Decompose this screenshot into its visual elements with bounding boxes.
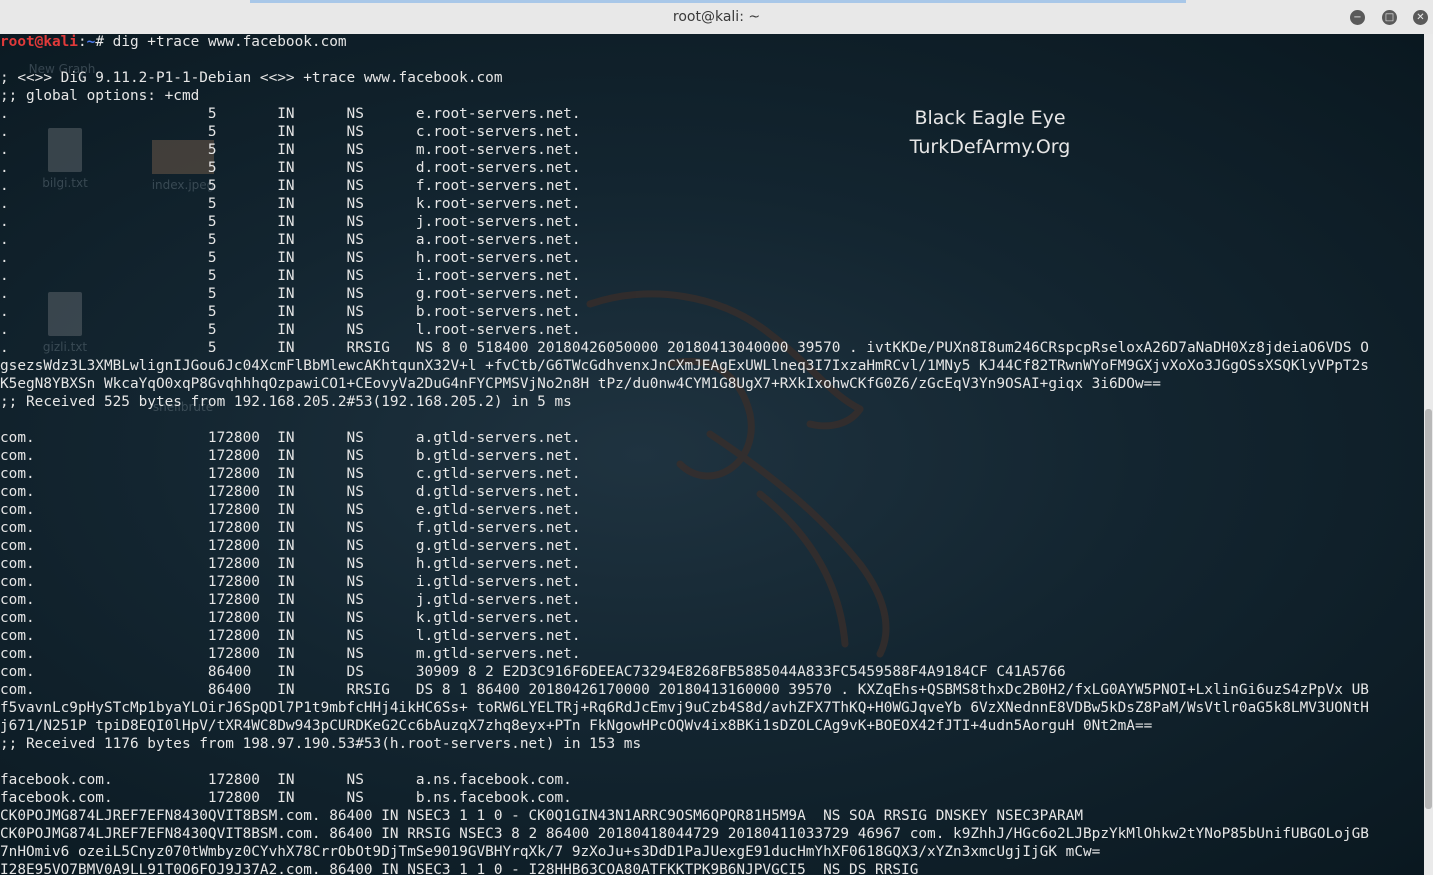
terminal-line: K5egN8YBXSn WkcaYqO0xqP8GvqhhhqOzpawiCO1… xyxy=(0,376,1161,392)
terminal-line: . 5 IN NS j.root-servers.net. xyxy=(0,214,581,230)
command-line: root@kali:~# dig +trace www.facebook.com xyxy=(0,34,1369,51)
terminal-line: CK0POJMG874LJREF7EFN8430QVIT8BSM.com. 86… xyxy=(0,826,1369,842)
terminal-line: . 5 IN NS d.root-servers.net. xyxy=(0,160,581,176)
close-icon[interactable]: ✕ xyxy=(1413,10,1428,25)
terminal-line: com. 172800 IN NS f.gtld-servers.net. xyxy=(0,520,581,536)
terminal-line: . 5 IN NS l.root-servers.net. xyxy=(0,322,581,338)
terminal-line: ; <<>> DiG 9.11.2-P1-1-Debian <<>> +trac… xyxy=(0,70,503,86)
maximize-icon[interactable]: □ xyxy=(1382,10,1397,25)
terminal-line: com. 172800 IN NS m.gtld-servers.net. xyxy=(0,646,581,662)
window-title: root@kali: ~ xyxy=(672,9,761,25)
terminal-line: . 5 IN NS m.root-servers.net. xyxy=(0,142,581,158)
output-lines: ; <<>> DiG 9.11.2-P1-1-Debian <<>> +trac… xyxy=(0,51,1369,875)
terminal-line: . 5 IN NS a.root-servers.net. xyxy=(0,232,581,248)
terminal-line: . 5 IN RRSIG NS 8 0 518400 2018042605000… xyxy=(0,340,1369,356)
terminal-line: CK0POJMG874LJREF7EFN8430QVIT8BSM.com. 86… xyxy=(0,808,1083,824)
terminal-line: 7nHOmiv6 ozeiL5Cnyz070tWmbyz0CYvhX78CrrO… xyxy=(0,844,1101,860)
terminal-line: I28E95VO7BMV0A9LL91T0O6FOJ9J37A2.com. 86… xyxy=(0,862,919,875)
terminal-line: ;; Received 1176 bytes from 198.97.190.5… xyxy=(0,736,642,752)
terminal-line: facebook.com. 172800 IN NS a.ns.facebook… xyxy=(0,772,572,788)
terminal-line: com. 172800 IN NS k.gtld-servers.net. xyxy=(0,610,581,626)
terminal-line: . 5 IN NS c.root-servers.net. xyxy=(0,124,581,140)
terminal-line: ;; global options: +cmd xyxy=(0,88,200,104)
terminal-line: com. 172800 IN NS h.gtld-servers.net. xyxy=(0,556,581,572)
terminal-line: . 5 IN NS i.root-servers.net. xyxy=(0,268,581,284)
prompt-user: root@kali xyxy=(0,34,78,50)
terminal-line: com. 172800 IN NS j.gtld-servers.net. xyxy=(0,592,581,608)
prompt-symbol: # xyxy=(95,34,113,50)
terminal-line: . 5 IN NS g.root-servers.net. xyxy=(0,286,581,302)
minimize-icon[interactable]: − xyxy=(1350,10,1365,25)
scrollbar-thumb[interactable] xyxy=(1425,409,1432,809)
prompt-separator: : xyxy=(77,34,87,50)
terminal-line: com. 172800 IN NS c.gtld-servers.net. xyxy=(0,466,581,482)
scrollbar[interactable] xyxy=(1424,34,1433,875)
terminal-line: . 5 IN NS h.root-servers.net. xyxy=(0,250,581,266)
terminal-line: com. 172800 IN NS l.gtld-servers.net. xyxy=(0,628,581,644)
terminal-line: . 5 IN NS f.root-servers.net. xyxy=(0,178,581,194)
terminal-line: . 5 IN NS b.root-servers.net. xyxy=(0,304,581,320)
terminal-line: . 5 IN NS k.root-servers.net. xyxy=(0,196,581,212)
window-titlebar[interactable]: root@kali: ~ − □ ✕ xyxy=(0,0,1433,35)
terminal-line: f5vavnLc9pHySTcMp1byaYLOirJ6SpQDl7P1t9mb… xyxy=(0,700,1369,716)
terminal-line: com. 172800 IN NS d.gtld-servers.net. xyxy=(0,484,581,500)
terminal-line: com. 172800 IN NS g.gtld-servers.net. xyxy=(0,538,581,554)
terminal-line: j671/N251P tpiD8EQI0lHpV/tXR4WC8Dw943pCU… xyxy=(0,718,1153,734)
terminal-line: . 5 IN NS e.root-servers.net. xyxy=(0,106,581,122)
command-text: dig +trace www.facebook.com xyxy=(112,34,347,50)
terminal-line: com. 172800 IN NS i.gtld-servers.net. xyxy=(0,574,581,590)
terminal-line: gsezsWdz3L3XMBLwlignIJGou6Jc04XcmFlBbMle… xyxy=(0,358,1369,374)
terminal-area[interactable]: New Graph bilgi.txt index.jpeg gizli.txt… xyxy=(0,34,1424,875)
terminal-line: ;; Received 525 bytes from 192.168.205.2… xyxy=(0,394,572,410)
terminal-line: com. 172800 IN NS a.gtld-servers.net. xyxy=(0,430,581,446)
terminal-line: com. 172800 IN NS e.gtld-servers.net. xyxy=(0,502,581,518)
terminal-line: com. 172800 IN NS b.gtld-servers.net. xyxy=(0,448,581,464)
terminal-output: root@kali:~# dig +trace www.facebook.com… xyxy=(0,34,1369,875)
terminal-line: facebook.com. 172800 IN NS b.ns.facebook… xyxy=(0,790,572,806)
terminal-line: com. 86400 IN RRSIG DS 8 1 86400 2018042… xyxy=(0,682,1369,698)
terminal-line: com. 86400 IN DS 30909 8 2 E2D3C916F6DEE… xyxy=(0,664,1066,680)
